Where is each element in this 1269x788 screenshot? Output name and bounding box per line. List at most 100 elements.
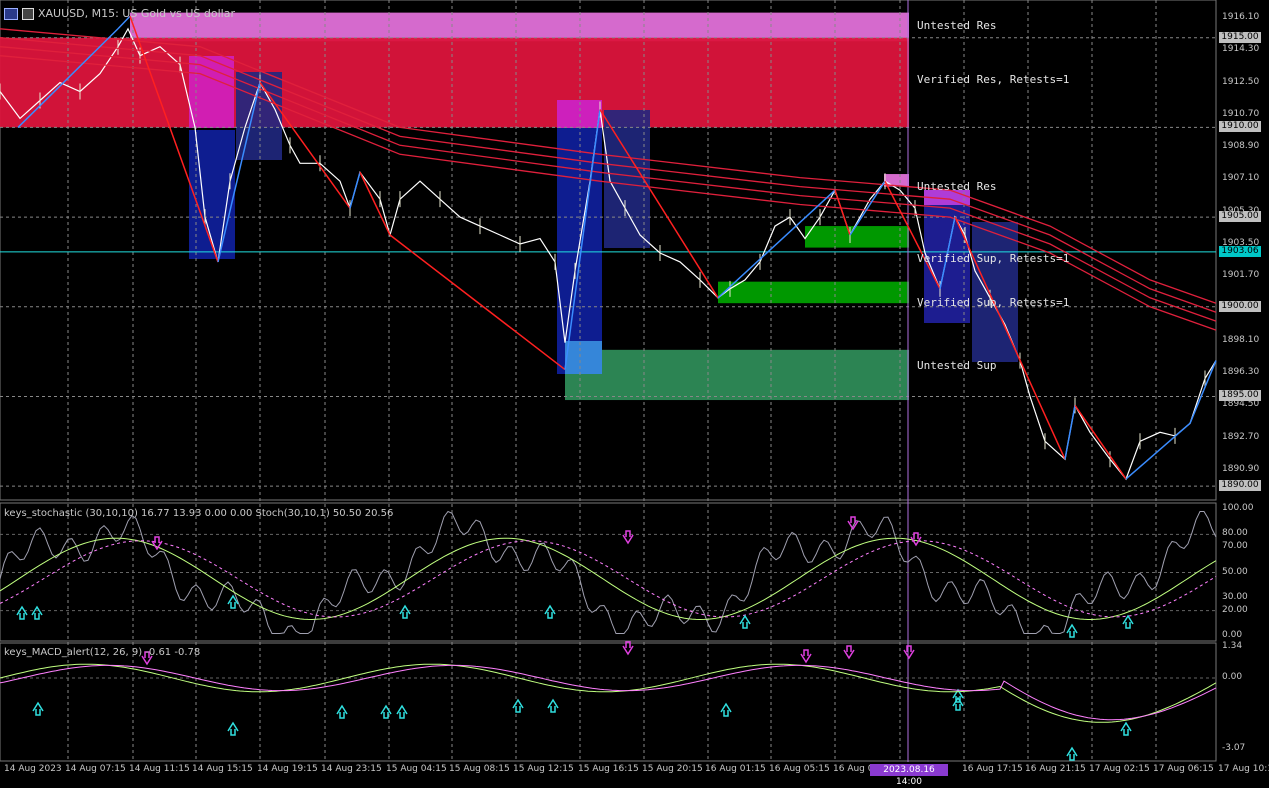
zone-rect-3 xyxy=(805,226,909,248)
time-tick-label: 15 Aug 12:15 xyxy=(513,764,574,774)
macd-up-arrow-8 xyxy=(952,696,964,711)
stoch-up-arrow-8 xyxy=(1122,614,1134,629)
macd-down-arrow-2 xyxy=(800,649,812,664)
zone-label-verified-res: Verified Res, Retests=1 xyxy=(917,73,1070,86)
one-click-trading-icon[interactable] xyxy=(22,7,34,20)
price-level-box: 1905.00 xyxy=(1219,211,1261,223)
symbol-title: XAUUSD, M15: US Gold vs US dollar xyxy=(38,7,235,20)
stoch-tick-label: 30.00 xyxy=(1222,591,1248,602)
time-tick-label: 15 Aug 20:15 xyxy=(642,764,703,774)
price-level-box: 1910.00 xyxy=(1219,121,1261,133)
zone-label-verified-sup-1: Verified Sup, Retests=1 xyxy=(917,252,1070,265)
time-tick-label: 16 Aug 0 xyxy=(833,764,874,774)
macd-up-arrow-0 xyxy=(32,701,44,716)
price-tick-label: 1916.10 xyxy=(1222,12,1260,22)
zone-rect-5 xyxy=(565,349,909,401)
stoch-up-arrow-0 xyxy=(16,605,28,620)
time-tick-label: 14 Aug 15:15 xyxy=(192,764,253,774)
macd-main-line xyxy=(0,663,1217,723)
time-tick-label: 14 Aug 23:15 xyxy=(321,764,382,774)
price-level-box: 1915.00 xyxy=(1219,31,1261,43)
stoch-down-arrow-1 xyxy=(622,530,634,545)
macd-panel-frame xyxy=(0,642,1217,762)
zigzag-seg-17 xyxy=(1074,405,1127,480)
macd-down-arrow-1 xyxy=(622,641,634,656)
time-tick-label: 14 Aug 07:15 xyxy=(65,764,126,774)
stoch-tick-label: 20.00 xyxy=(1222,604,1248,615)
crosshair-time-label: 2023.08.16 14:00 xyxy=(870,764,948,787)
stoch-tick-label: 70.00 xyxy=(1222,541,1248,552)
current-price-box: 1903.06 xyxy=(1219,245,1261,257)
zigzag-seg-18 xyxy=(1125,422,1191,480)
zone-label-untested-res-1: Untested Res xyxy=(917,19,997,32)
time-tick-label: 17 Aug 06:15 xyxy=(1153,764,1214,774)
time-tick-label: 15 Aug 04:15 xyxy=(386,764,447,774)
zone-rect-4 xyxy=(718,281,909,304)
price-tick-label: 1908.90 xyxy=(1222,141,1260,152)
zone-label-verified-sup-2: Verified Sup, Retests=1 xyxy=(917,296,1070,309)
price-level-box: 1895.00 xyxy=(1219,390,1261,402)
chart-title: XAUUSD, M15: US Gold vs US dollar xyxy=(4,7,235,20)
stoch-signal-line xyxy=(0,540,1217,618)
stoch-tick-label: 80.00 xyxy=(1222,528,1248,539)
time-tick-label: 16 Aug 01:15 xyxy=(705,764,766,774)
price-tick-label: 1901.70 xyxy=(1222,270,1260,281)
chart-type-icon[interactable] xyxy=(4,7,18,20)
time-tick-label: 17 Aug 02:15 xyxy=(1089,764,1150,774)
zigzag-seg-5 xyxy=(349,172,361,209)
price-level-box: 1900.00 xyxy=(1219,300,1261,312)
zone-label-untested-sup: Untested Sup xyxy=(917,359,997,372)
time-tick-label: 14 Aug 2023 xyxy=(4,764,62,774)
chart-canvas[interactable] xyxy=(0,0,1269,778)
price-tick-label: 1907.10 xyxy=(1222,173,1260,184)
stoch-tick-label: 0.00 xyxy=(1222,630,1243,640)
macd-up-arrow-9 xyxy=(1066,746,1078,761)
stoch-up-arrow-1 xyxy=(31,605,43,620)
time-tick-label: 17 Aug 10:15 xyxy=(1218,764,1269,774)
zigzag-seg-16 xyxy=(1064,405,1076,460)
price-tick-label: 1914.30 xyxy=(1222,44,1260,55)
macd-label: keys_MACD_alert(12, 26, 9) -0.61 -0.78 xyxy=(4,647,201,658)
time-tick-label: 16 Aug 05:15 xyxy=(769,764,830,774)
stoch-main-line xyxy=(0,537,1217,621)
stoch-tick-label: 100.00 xyxy=(1222,503,1254,513)
macd-down-arrow-3 xyxy=(843,645,855,660)
stoch-up-arrow-5 xyxy=(739,614,751,629)
price-tick-label: 1896.30 xyxy=(1222,367,1260,378)
time-tick-label: 16 Aug 21:15 xyxy=(1025,764,1086,774)
stoch-tick-label: 50.00 xyxy=(1222,566,1248,577)
macd-up-arrow-6 xyxy=(547,698,559,713)
time-tick-label: 15 Aug 08:15 xyxy=(449,764,510,774)
time-tick-label: 16 Aug 17:15 xyxy=(962,764,1023,774)
zigzag-seg-6 xyxy=(359,171,391,236)
macd-up-arrow-1 xyxy=(227,721,239,736)
price-tick-label: 1892.70 xyxy=(1222,431,1260,442)
macd-tick-label: 0.00 xyxy=(1222,672,1243,682)
macd-signal-line xyxy=(0,664,1217,721)
price-tick-label: 1898.10 xyxy=(1222,334,1260,345)
macd-up-arrow-7 xyxy=(720,702,732,717)
price-tick-label: 1912.50 xyxy=(1222,76,1260,87)
stoch-up-arrow-7 xyxy=(1066,623,1078,638)
zone-rect-0 xyxy=(130,12,909,42)
time-tick-label: 14 Aug 19:15 xyxy=(257,764,318,774)
time-tick-label: 15 Aug 16:15 xyxy=(578,764,639,774)
time-tick-label: 14 Aug 11:15 xyxy=(129,764,190,774)
stoch-up-arrow-4 xyxy=(544,604,556,619)
macd-down-arrow-4 xyxy=(903,645,915,660)
zone-label-untested-res-2: Untested Res xyxy=(917,180,997,193)
macd-tick-label: -3.07 xyxy=(1222,742,1246,753)
macd-up-arrow-5 xyxy=(512,698,524,713)
zigzag-seg-19 xyxy=(1189,360,1217,424)
zigzag-seg-7 xyxy=(389,234,566,371)
macd-up-arrow-2 xyxy=(336,704,348,719)
zone-box-5 xyxy=(565,341,602,374)
macd-up-arrow-10 xyxy=(1120,721,1132,736)
macd-up-arrow-4 xyxy=(396,704,408,719)
price-level-box: 1890.00 xyxy=(1219,480,1261,492)
macd-tick-label: 1.34 xyxy=(1222,641,1243,652)
zone-rect-1 xyxy=(0,37,909,128)
price-tick-label: 1910.70 xyxy=(1222,108,1260,119)
stochastic-label: keys_stochastic (30,10,10) 16.77 13.93 0… xyxy=(4,508,394,519)
stoch-up-arrow-3 xyxy=(399,604,411,619)
